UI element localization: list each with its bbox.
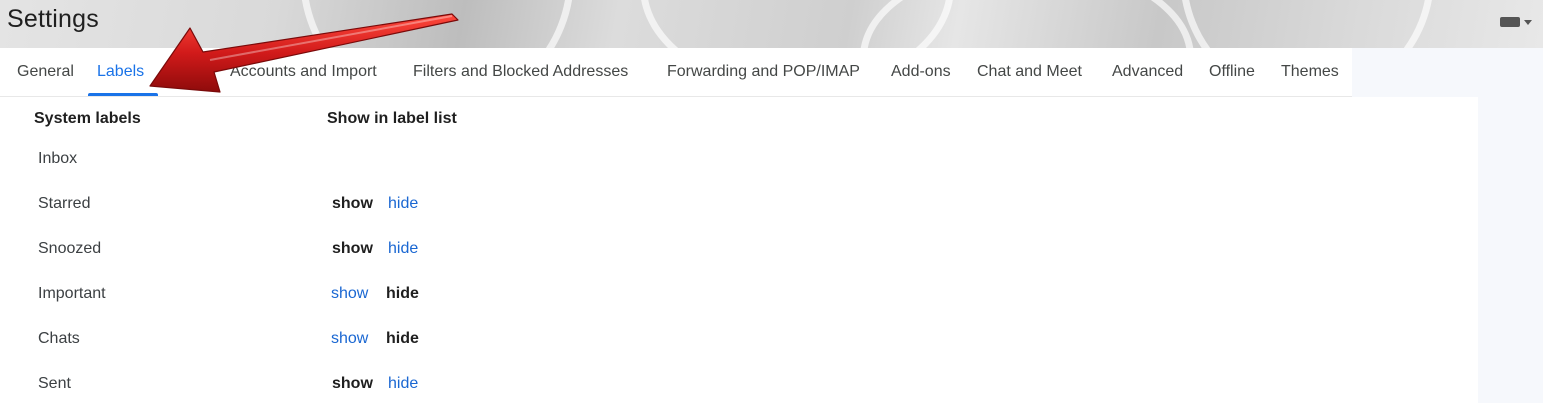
important-hide-option: hide	[386, 285, 419, 302]
chevron-down-icon	[1524, 19, 1532, 25]
settings-header: Settings	[0, 0, 1543, 48]
tab-filters-and-blocked-addresses[interactable]: Filters and Blocked Addresses	[413, 48, 628, 96]
label-row-chats: Chats	[38, 330, 80, 347]
header-background-swirl	[1180, 0, 1434, 48]
tab-chat-and-meet[interactable]: Chat and Meet	[977, 48, 1082, 96]
label-row-sent: Sent	[38, 375, 71, 392]
label-row-inbox: Inbox	[38, 150, 78, 167]
tab-add-ons[interactable]: Add-ons	[891, 48, 951, 96]
header-background-swirl	[860, 0, 1194, 48]
tab-general[interactable]: General	[17, 48, 74, 96]
header-background-swirl	[300, 0, 574, 48]
label-row-snoozed: Snoozed	[38, 240, 102, 257]
tab-offline[interactable]: Offline	[1209, 48, 1255, 96]
sent-hide-link[interactable]: hide	[388, 375, 418, 393]
tab-accounts-and-import[interactable]: Accounts and Import	[230, 48, 377, 96]
important-show-link[interactable]: show	[331, 285, 368, 303]
input-tools-button[interactable]	[1500, 12, 1540, 32]
snoozed-hide-link[interactable]: hide	[388, 240, 418, 258]
chats-show-link[interactable]: show	[331, 330, 368, 348]
label-row-important: Important	[38, 285, 106, 302]
column-header-show-in-label-list: Show in label list	[327, 110, 457, 127]
side-panel-background	[1352, 48, 1478, 97]
tab-forwarding-and-pop-imap[interactable]: Forwarding and POP/IMAP	[667, 48, 860, 96]
side-panel-background	[1478, 48, 1543, 403]
active-tab-indicator	[88, 93, 158, 96]
tab-themes[interactable]: Themes	[1281, 48, 1339, 96]
tab-advanced[interactable]: Advanced	[1112, 48, 1183, 96]
starred-hide-link[interactable]: hide	[388, 195, 418, 213]
tab-labels[interactable]: Labels	[97, 48, 144, 96]
keyboard-icon	[1500, 17, 1520, 27]
starred-show-option: show	[332, 195, 373, 212]
snoozed-show-option: show	[332, 240, 373, 257]
page-title: Settings	[7, 5, 99, 33]
sent-show-option: show	[332, 375, 373, 392]
chats-hide-option: hide	[386, 330, 419, 347]
tab-inbox[interactable]: Inbox	[170, 48, 209, 96]
column-header-system-labels: System labels	[34, 110, 141, 127]
label-row-starred: Starred	[38, 195, 91, 212]
settings-tab-bar: General Labels Inbox Accounts and Import…	[0, 48, 1352, 97]
labels-settings-panel	[15, 97, 1478, 403]
